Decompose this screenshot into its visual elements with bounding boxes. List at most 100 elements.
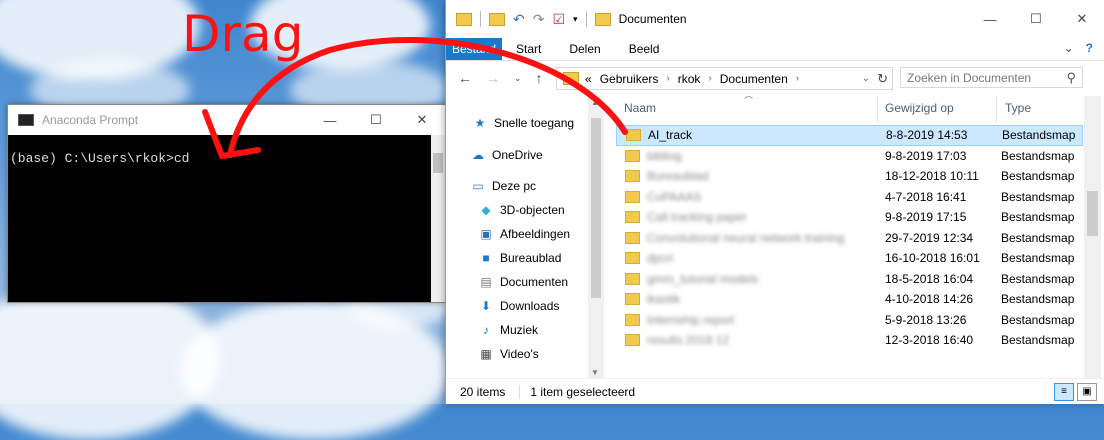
file-date: 4-7-2018 16:41 — [885, 189, 967, 204]
large-icons-view-icon[interactable]: ▣ — [1077, 383, 1097, 401]
navigation-scrollbar[interactable]: ▲ ▼ — [588, 96, 604, 379]
maximize-button[interactable]: ☐ — [1013, 0, 1059, 38]
chevron-right-icon[interactable]: › — [796, 73, 799, 84]
customize-dropdown-icon[interactable]: ▾ — [573, 14, 578, 25]
desktop-icon: ■ — [482, 251, 490, 265]
music-icon: ♪ — [483, 323, 489, 337]
sort-ascending-icon: ︿ — [744, 96, 753, 101]
file-list-scrollbar[interactable] — [1084, 96, 1101, 379]
tab-view[interactable]: Beeld — [615, 42, 674, 56]
undo-icon[interactable]: ↶ — [513, 11, 525, 28]
close-button[interactable]: ✕ — [399, 105, 445, 135]
nav-item-quick-access[interactable]: ★ Snelle toegang — [446, 111, 606, 135]
nav-item-3d-objects[interactable]: ◆ 3D-objecten — [446, 198, 606, 222]
refresh-icon[interactable]: ↻ — [877, 71, 888, 87]
file-type: Bestandsmap — [1001, 271, 1075, 286]
explorer-titlebar[interactable]: ↶ ↷ ☑ ▾ Documenten — ☐ ✕ — [446, 0, 1104, 38]
checklist-icon[interactable]: ☑ — [552, 11, 565, 28]
tab-file[interactable]: Bestand — [446, 38, 502, 60]
close-button[interactable]: ✕ — [1059, 0, 1104, 38]
minimize-button[interactable]: — — [307, 105, 353, 135]
chevron-right-icon[interactable]: › — [666, 73, 669, 84]
chevron-down-icon[interactable]: ⌄ — [862, 73, 870, 84]
recent-locations-icon[interactable]: ⌄ — [514, 73, 522, 84]
column-date[interactable]: Gewijzigd op — [885, 101, 954, 115]
tab-start[interactable]: Start — [502, 42, 555, 56]
folder-icon — [626, 129, 641, 142]
tab-share[interactable]: Delen — [555, 42, 614, 56]
redo-icon[interactable]: ↷ — [533, 11, 545, 28]
file-name: results 2018 12 — [647, 333, 730, 348]
file-name: Call tracking paper — [647, 210, 748, 225]
file-explorer-window[interactable]: ↶ ↷ ☑ ▾ Documenten — ☐ ✕ Bestand Start D… — [445, 0, 1104, 404]
column-type[interactable]: Type — [1005, 101, 1031, 115]
back-button[interactable]: ← — [458, 70, 472, 86]
prompt-scrollbar[interactable] — [431, 135, 445, 302]
maximize-button[interactable]: ☐ — [353, 105, 399, 135]
folder-icon — [625, 231, 640, 244]
nav-item-this-pc[interactable]: ▭ Deze pc — [446, 174, 606, 198]
anaconda-prompt-window[interactable]: Anaconda Prompt — ☐ ✕ (base) C:\Users\rk… — [7, 104, 446, 303]
prompt-titlebar[interactable]: Anaconda Prompt — ☐ ✕ — [8, 105, 445, 135]
chevron-down-icon[interactable]: ⌄ — [1064, 41, 1074, 55]
properties-icon[interactable] — [489, 12, 505, 26]
file-row[interactable]: ikastik 4-10-2018 14:26 Bestandsmap — [616, 289, 1083, 310]
file-list: ︿ Naam Gewijzigd op Type AI_track 8-8-201… — [616, 96, 1083, 379]
file-row[interactable]: AI_track 8-8-2019 14:53 Bestandsmap — [616, 125, 1083, 146]
download-icon: ⬇ — [480, 299, 492, 313]
help-icon[interactable]: ? — [1086, 41, 1093, 55]
window-title: Documenten — [618, 12, 687, 26]
breadcrumb-item[interactable]: rkok — [678, 72, 701, 86]
file-type: Bestandsmap — [1001, 251, 1075, 266]
nav-item-onedrive[interactable]: ☁ OneDrive — [446, 143, 606, 167]
minimize-button[interactable]: — — [967, 0, 1013, 38]
quick-access-toolbar: ↶ ↷ ☑ ▾ — [446, 11, 611, 28]
folder-icon — [625, 190, 640, 203]
nav-item-documents[interactable]: ▤ Documenten — [446, 270, 606, 294]
address-bar[interactable]: « Gebruikers › rkok › Documenten › ⌄ ↻ — [556, 67, 893, 90]
file-row[interactable]: CoPAAAS 4-7-2018 16:41 Bestandsmap — [616, 187, 1083, 208]
nav-item-music[interactable]: ♪ Muziek — [446, 318, 606, 342]
file-type: Bestandsmap — [1001, 230, 1075, 245]
file-row[interactable]: bibliog 9-8-2019 17:03 Bestandsmap — [616, 146, 1083, 167]
file-type: Bestandsmap — [1001, 333, 1075, 348]
status-bar: 20 items 1 item geselecteerd ≡ ▣ — [446, 378, 1104, 404]
file-type: Bestandsmap — [1001, 210, 1075, 225]
search-input[interactable]: Zoeken in Documenten ⚲ — [900, 67, 1083, 88]
nav-item-downloads[interactable]: ⬇ Downloads — [446, 294, 606, 318]
file-name: CoPAAAS — [647, 189, 702, 204]
nav-item-pictures[interactable]: ▣ Afbeeldingen — [446, 222, 606, 246]
breadcrumb-item[interactable]: Documenten — [720, 72, 788, 86]
nav-item-videos[interactable]: ▦ Video's — [446, 342, 606, 366]
pictures-icon: ▣ — [480, 227, 492, 241]
file-date: 18-12-2018 10:11 — [885, 169, 979, 184]
column-name[interactable]: Naam — [624, 101, 656, 115]
nav-item-desktop[interactable]: ■ Bureaublad — [446, 246, 606, 270]
breadcrumb-overflow[interactable]: « — [585, 72, 592, 86]
file-row[interactable]: Convolutional neural network training 29-… — [616, 228, 1083, 249]
up-button[interactable]: ↑ — [536, 70, 543, 86]
file-row[interactable]: results 2018 12 12-3-2018 16:40 Bestandsma… — [616, 330, 1083, 351]
folder-icon — [563, 72, 579, 85]
chevron-right-icon[interactable]: › — [708, 73, 711, 84]
file-type: Bestandsmap — [1001, 292, 1075, 307]
file-name: dpcri — [647, 251, 674, 266]
file-row[interactable]: Internship report 5-9-2018 13:26 Bestandsm… — [616, 310, 1083, 331]
breadcrumb-item[interactable]: Gebruikers — [600, 72, 659, 86]
file-row[interactable]: gmm_tutorial models 18-5-2018 16:04 Bestan… — [616, 269, 1083, 290]
forward-button[interactable]: → — [486, 70, 500, 86]
file-row[interactable]: Bureaublad 18-12-2018 10:11 Bestandsmap — [616, 166, 1083, 187]
file-type: Bestandsmap — [1001, 169, 1075, 184]
file-name: ikastik — [647, 292, 681, 307]
file-date: 18-5-2018 16:04 — [885, 271, 974, 286]
file-name: Internship report — [647, 312, 735, 327]
folder-icon — [594, 12, 611, 26]
file-row[interactable]: dpcri 16-10-2018 16:01 Bestandsmap — [616, 248, 1083, 269]
details-view-icon[interactable]: ≡ — [1054, 383, 1074, 401]
console-output[interactable]: (base) C:\Users\rkok>cd — [8, 135, 431, 302]
file-row[interactable]: Call tracking paper 9-8-2019 17:15 Bestand… — [616, 207, 1083, 228]
video-icon: ▦ — [480, 347, 492, 361]
folder-icon — [625, 252, 640, 265]
file-name: AI_track — [648, 128, 693, 143]
file-type: Bestandsmap — [1001, 312, 1075, 327]
